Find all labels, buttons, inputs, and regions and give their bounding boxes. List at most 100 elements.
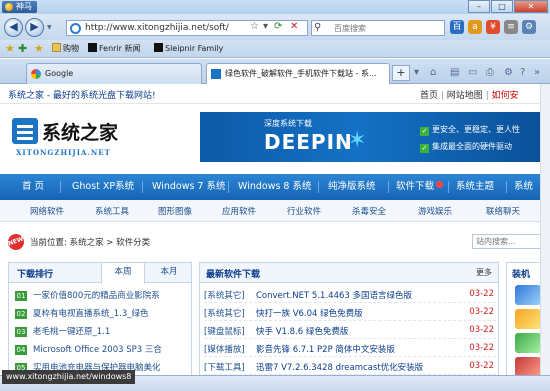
help-icon[interactable]: ?	[520, 67, 525, 78]
table-row[interactable]: [系统其它] 快打一族 V6.04 绿色免费版 03-22	[204, 305, 496, 321]
banner-feature-1: ✓ 更安全、更稳定、更人性	[420, 125, 520, 136]
table-row[interactable]: [下载工具] 迅雷7 V7.2.6.3428 dreamcast优化安装版 03-2…	[204, 359, 496, 375]
search-box[interactable]: ⚲	[311, 20, 445, 36]
check-icon: ✓	[420, 127, 429, 136]
top-link-sitemap[interactable]: 网站地图	[447, 91, 483, 101]
history-dropdown-icon[interactable]: ▼	[47, 24, 52, 31]
home-icon[interactable]: ⌂	[430, 67, 436, 78]
maximize-button[interactable]: □	[491, 0, 513, 13]
safety-icon[interactable]: ⚙	[504, 67, 513, 78]
nav-home[interactable]: 首 页	[22, 174, 44, 200]
nav-ghost-xp[interactable]: Ghost XP系统	[72, 174, 134, 200]
favorite-item-shopping[interactable]: 购物	[52, 43, 79, 54]
star-icon: ✶	[348, 128, 367, 153]
table-row[interactable]: [键盘鼠标] 快手 V1.8.6 绿色免费版 03-22	[204, 323, 496, 339]
nav-themes[interactable]: 系统主题	[456, 174, 494, 200]
cat-industry[interactable]: 行业软件	[287, 205, 321, 217]
refresh-icon[interactable]: ⟳	[274, 21, 282, 32]
cat-chat[interactable]: 联络聊天	[486, 205, 520, 217]
site-logo[interactable]: 系统之家 XITONGZHIJIA.NET	[8, 114, 188, 164]
breadcrumb-bar: NEW 当前位置: 系统之家 > 软件分类	[0, 231, 550, 253]
back-button[interactable]: ◀	[4, 18, 23, 37]
site-slogan[interactable]: 系统之家 - 最好的系统光盘下载网站!	[8, 88, 156, 101]
nav-windows7[interactable]: Windows 7 系统	[152, 174, 226, 200]
address-url[interactable]: http://www.xitongzhijia.net/soft/	[85, 23, 229, 33]
app-thumbnail-icon[interactable]	[515, 357, 541, 375]
app-thumbnail-icon[interactable]	[515, 309, 541, 329]
ranking-title: 下载排行	[17, 270, 54, 280]
cat-system-tools[interactable]: 系统工具	[95, 205, 129, 217]
favorite-item-fenrir[interactable]: Fenrir 新闻	[88, 43, 141, 54]
check-icon: ✓	[420, 144, 429, 153]
latest-title: 最新软件下载	[206, 270, 261, 280]
nav-more[interactable]: 系统	[514, 174, 533, 200]
cat-graphics[interactable]: 图形图像	[158, 205, 192, 217]
minimize-button[interactable]: –	[468, 0, 490, 13]
site-favicon-icon	[211, 69, 221, 79]
cat-applications[interactable]: 应用软件	[222, 205, 256, 217]
page-icon-button[interactable]: ▭	[468, 67, 477, 78]
table-row[interactable]: [媒体播放] 影音先锋 6.7.1 P2P 简体中文安装版 03-22	[204, 341, 496, 357]
breadcrumb[interactable]: 当前位置: 系统之家 > 软件分类	[30, 236, 150, 248]
favorite-item-sleipnir[interactable]: Sleipnir Family	[154, 43, 223, 53]
vertical-scrollbar[interactable]	[540, 84, 550, 375]
title-bar: 神马 – □ ✕	[0, 0, 550, 14]
download-ranking-panel: 下载排行 本周 本月 01 一家价值800元的精品商业影院系 02 夏枠有电视直播系…	[8, 262, 192, 375]
baidu-icon[interactable]: 百	[450, 20, 464, 34]
more-icon[interactable]: »	[534, 67, 540, 78]
new-tab-button[interactable]: +	[392, 65, 410, 81]
nav-windows8[interactable]: Windows 8 系统	[238, 174, 312, 200]
tab-list-icon[interactable]: ▾	[414, 67, 419, 78]
site-logo-icon	[12, 118, 38, 144]
shopping-icon[interactable]: ¥	[486, 20, 500, 34]
add-favorite-icon[interactable]: ✚	[18, 42, 27, 55]
feed-icon[interactable]: ▤	[450, 67, 459, 78]
tab-xitongzhijia[interactable]: 绿色软件_破解软件_手机软件下载站 - 系...	[206, 63, 390, 84]
list-item[interactable]: 02 夏枠有电视直播系统_1.3_绿色	[15, 307, 149, 319]
search-icon[interactable]: ⚲	[314, 22, 321, 33]
print-icon[interactable]: ⎙	[486, 67, 494, 78]
top-link-howto[interactable]: 如何安	[492, 91, 519, 101]
site-search-input[interactable]	[472, 234, 542, 249]
top-link-home[interactable]: 首页	[420, 91, 438, 101]
favorites-bar: ★ ✚ ★ 购物 Fenrir 新闻 Sleipnir Family	[0, 40, 550, 58]
feeds-icon[interactable]: ★	[34, 42, 44, 55]
forward-button[interactable]: ▶	[25, 18, 44, 37]
page-viewport: 系统之家 - 最好的系统光盘下载网站! 首页 | 网站地图 | 如何安 系统之家…	[0, 84, 550, 375]
table-row[interactable]: [系统其它] Convert.NET 5.1.4463 多国语言绿色版 03-22	[204, 287, 496, 303]
tab-this-month[interactable]: 本月	[147, 263, 191, 283]
sleipnir-icon	[154, 43, 163, 52]
deepin-banner[interactable]: 深度系统下载 DEEPIN ✶ ✓ 更安全、更稳定、更人性 ✓ 集成最全面的硬件驱动	[200, 112, 550, 162]
page-icon	[70, 23, 81, 34]
banner-feature-2: ✓ 集成最全面的硬件驱动	[420, 142, 512, 153]
google-icon	[31, 69, 41, 79]
install-panel-title: 装机	[512, 270, 531, 280]
logo-subtitle: XITONGZHIJIA.NET	[16, 148, 111, 157]
address-bar[interactable]: http://www.xitongzhijia.net/soft/	[66, 20, 308, 36]
search-input[interactable]	[334, 22, 440, 34]
cat-antivirus[interactable]: 杀毒安全	[352, 205, 386, 217]
nav-software-download[interactable]: 软件下载	[396, 174, 444, 200]
list-item[interactable]: 01 一家价值800元的精品商业影院系	[15, 289, 160, 301]
list-item[interactable]: 04 Microsoft Office 2003 SP3 三合	[15, 343, 162, 355]
amazon-icon[interactable]: a	[468, 20, 482, 34]
favorites-star-icon[interactable]: ★	[5, 42, 15, 55]
favorite-star-icon[interactable]: ☆	[250, 21, 259, 32]
app-menu-button[interactable]: 神马	[2, 1, 37, 13]
app-thumbnail-icon[interactable]	[515, 333, 541, 353]
tab-bar: Google 绿色软件_破解软件_手机软件下载站 - 系... + ▾ ⌂ ▤ …	[0, 59, 550, 84]
tools-icon[interactable]: ⚙	[522, 20, 536, 34]
list-item[interactable]: 03 老毛桃一键还原_1.1	[15, 325, 110, 337]
cat-network[interactable]: 网络软件	[30, 205, 64, 217]
dropdown-icon[interactable]: ▾	[263, 21, 268, 32]
cat-games[interactable]: 游戏娱乐	[418, 205, 452, 217]
more-link[interactable]: 更多	[476, 267, 492, 278]
stop-icon[interactable]: ✕	[290, 21, 298, 32]
menu-icon[interactable]: ≡	[504, 20, 518, 34]
tab-this-week[interactable]: 本周	[101, 263, 145, 284]
app-thumbnail-icon[interactable]	[515, 285, 541, 305]
status-url: www.xitongzhijia.net/windows8	[2, 370, 136, 384]
close-window-button[interactable]: ✕	[514, 0, 548, 13]
nav-pure-system[interactable]: 纯净版系统	[328, 174, 376, 200]
tab-google[interactable]: Google	[26, 63, 202, 84]
